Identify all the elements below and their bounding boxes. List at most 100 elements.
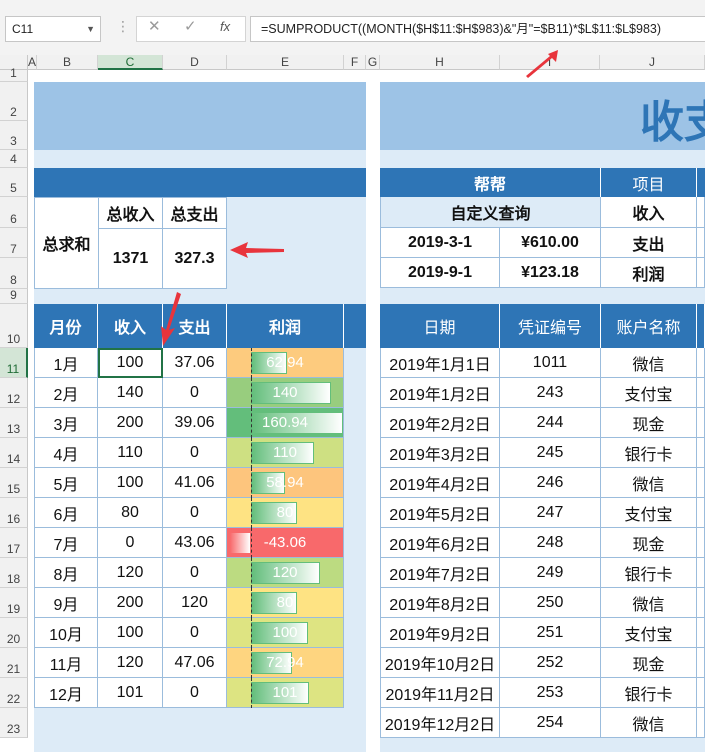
expense-cell[interactable]: 0: [163, 618, 227, 648]
row-header[interactable]: 20: [0, 618, 28, 648]
income-cell[interactable]: 100: [98, 468, 163, 498]
profit-cell[interactable]: 101: [227, 678, 344, 708]
ledger-voucher[interactable]: 245: [500, 438, 601, 468]
row-header[interactable]: 8: [0, 258, 28, 289]
project-item-overflow[interactable]: [697, 197, 705, 228]
row-header[interactable]: 18: [0, 558, 28, 588]
ledger-overflow[interactable]: [697, 378, 705, 408]
month-cell[interactable]: 10月: [34, 618, 98, 648]
row-header[interactable]: 10: [0, 304, 28, 348]
column-header[interactable]: C: [98, 55, 163, 70]
expense-cell[interactable]: 39.06: [163, 408, 227, 438]
ledger-overflow[interactable]: [697, 438, 705, 468]
expense-cell[interactable]: 0: [163, 378, 227, 408]
confirm-icon[interactable]: ✓: [184, 17, 197, 35]
month-cell[interactable]: 1月: [34, 348, 98, 378]
expense-cell[interactable]: 37.06: [163, 348, 227, 378]
project-item[interactable]: 利润: [601, 258, 697, 288]
ledger-account[interactable]: 微信: [601, 588, 697, 618]
expense-cell[interactable]: 47.06: [163, 648, 227, 678]
ledger-date[interactable]: 2019年1月2日: [380, 378, 500, 408]
row-header[interactable]: 5: [0, 168, 28, 197]
row-header[interactable]: 2: [0, 82, 28, 121]
total-income-value[interactable]: 1371: [98, 228, 163, 289]
expense-cell[interactable]: 0: [163, 558, 227, 588]
ledger-date[interactable]: 2019年3月2日: [380, 438, 500, 468]
ledger-overflow[interactable]: [697, 558, 705, 588]
project-item-overflow[interactable]: [697, 258, 705, 288]
income-cell[interactable]: 120: [98, 648, 163, 678]
ledger-date[interactable]: 2019年5月2日: [380, 498, 500, 528]
ledger-account[interactable]: 银行卡: [601, 558, 697, 588]
ledger-account[interactable]: 微信: [601, 348, 697, 378]
month-cell[interactable]: 11月: [34, 648, 98, 678]
ledger-voucher[interactable]: 251: [500, 618, 601, 648]
ledger-account[interactable]: 现金: [601, 648, 697, 678]
ledger-account[interactable]: 现金: [601, 528, 697, 558]
ledger-overflow[interactable]: [697, 468, 705, 498]
column-header[interactable]: B: [37, 55, 98, 70]
month-cell[interactable]: 5月: [34, 468, 98, 498]
ledger-voucher[interactable]: 244: [500, 408, 601, 438]
ledger-voucher[interactable]: 247: [500, 498, 601, 528]
ledger-account[interactable]: 支付宝: [601, 378, 697, 408]
row-header[interactable]: 3: [0, 121, 28, 150]
query-amount[interactable]: ¥123.18: [500, 258, 601, 288]
column-header[interactable]: E: [227, 55, 344, 70]
profit-cell[interactable]: 58.94: [227, 468, 344, 498]
row-header[interactable]: 9: [0, 288, 28, 304]
insert-function-icon[interactable]: fx: [220, 19, 230, 34]
profit-cell[interactable]: 72.94: [227, 648, 344, 678]
ledger-voucher[interactable]: 252: [500, 648, 601, 678]
month-cell[interactable]: 6月: [34, 498, 98, 528]
query-date[interactable]: 2019-9-1: [380, 258, 500, 288]
month-cell[interactable]: 12月: [34, 678, 98, 708]
ledger-overflow[interactable]: [697, 588, 705, 618]
income-cell[interactable]: 110: [98, 438, 163, 468]
ledger-voucher[interactable]: 243: [500, 378, 601, 408]
profit-cell[interactable]: 120: [227, 558, 344, 588]
ledger-date[interactable]: 2019年8月2日: [380, 588, 500, 618]
ledger-account[interactable]: 支付宝: [601, 618, 697, 648]
ledger-overflow[interactable]: [697, 708, 705, 738]
formula-input[interactable]: =SUMPRODUCT((MONTH($H$11:$H$983)&"月"=$B1…: [250, 16, 705, 42]
expense-cell[interactable]: 0: [163, 678, 227, 708]
total-expense-value[interactable]: 327.3: [162, 228, 227, 289]
row-header[interactable]: 22: [0, 678, 28, 708]
expense-cell[interactable]: 41.06: [163, 468, 227, 498]
row-header[interactable]: 17: [0, 528, 28, 558]
ledger-overflow[interactable]: [697, 498, 705, 528]
ledger-overflow[interactable]: [697, 618, 705, 648]
project-item[interactable]: 支出: [601, 228, 697, 258]
ledger-date[interactable]: 2019年7月2日: [380, 558, 500, 588]
ledger-date[interactable]: 2019年12月2日: [380, 708, 500, 738]
row-header[interactable]: 7: [0, 228, 28, 258]
chevron-down-icon[interactable]: ▼: [86, 17, 95, 41]
profit-cell[interactable]: 160.94: [227, 408, 344, 438]
month-cell[interactable]: 8月: [34, 558, 98, 588]
ledger-voucher[interactable]: 246: [500, 468, 601, 498]
ledger-overflow[interactable]: [697, 408, 705, 438]
name-box[interactable]: C11 ▼: [5, 16, 101, 42]
expense-cell[interactable]: 43.06: [163, 528, 227, 558]
row-header[interactable]: 16: [0, 498, 28, 528]
ledger-account[interactable]: 微信: [601, 708, 697, 738]
ledger-voucher[interactable]: 248: [500, 528, 601, 558]
column-header[interactable]: H: [380, 55, 500, 70]
ledger-overflow[interactable]: [697, 678, 705, 708]
ledger-account[interactable]: 微信: [601, 468, 697, 498]
profit-cell[interactable]: -43.06: [227, 528, 344, 558]
row-header[interactable]: 12: [0, 378, 28, 408]
profit-cell[interactable]: 100: [227, 618, 344, 648]
ledger-voucher[interactable]: 253: [500, 678, 601, 708]
month-cell[interactable]: 9月: [34, 588, 98, 618]
row-header[interactable]: 6: [0, 197, 28, 228]
ledger-voucher[interactable]: 254: [500, 708, 601, 738]
expense-cell[interactable]: 0: [163, 498, 227, 528]
cancel-icon[interactable]: ✕: [148, 17, 161, 35]
ledger-account[interactable]: 银行卡: [601, 438, 697, 468]
row-header[interactable]: 11: [0, 348, 28, 378]
income-cell[interactable]: 101: [98, 678, 163, 708]
project-item[interactable]: 收入: [601, 197, 697, 228]
income-cell[interactable]: 0: [98, 528, 163, 558]
